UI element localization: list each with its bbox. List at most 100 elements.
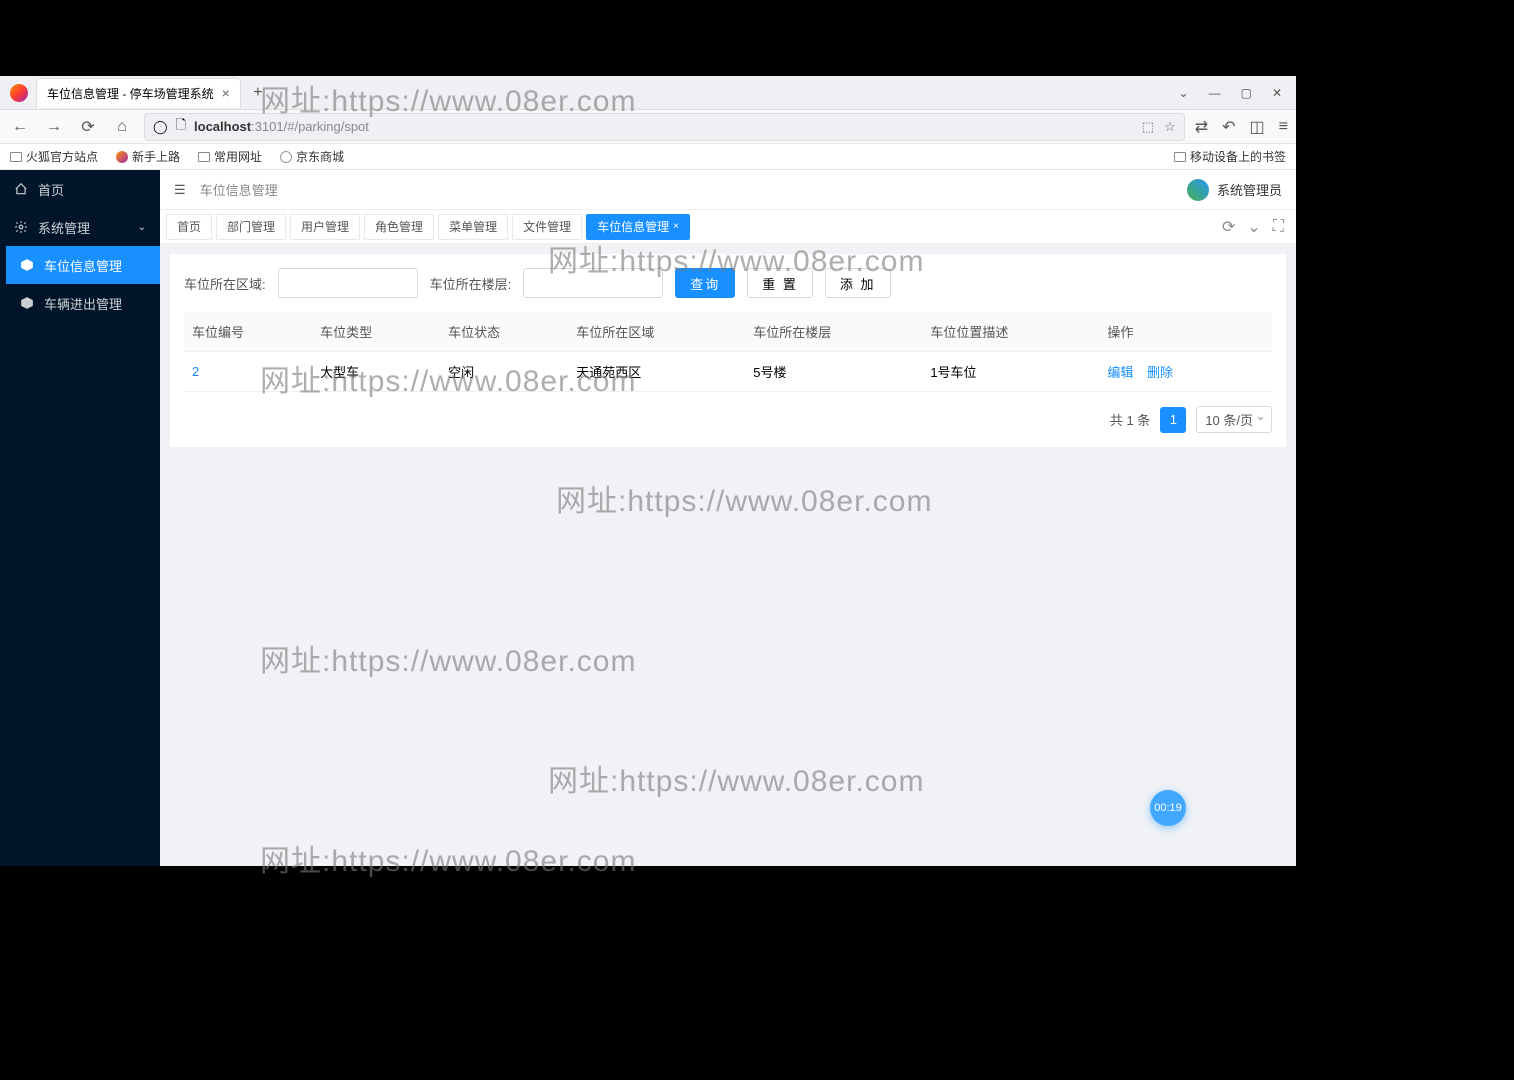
reload-button[interactable]: ⟳ <box>76 115 100 139</box>
bookmark-bar: 火狐官方站点 新手上路 常用网址 京东商城 移动设备上的书签 <box>0 144 1296 170</box>
avatar <box>1187 179 1209 201</box>
sidebar-item-vehicle-access[interactable]: 车辆进出管理 <box>6 284 160 322</box>
cell-desc: 1号车位 <box>922 352 1099 392</box>
fullscreen-icon[interactable]: ⛶ <box>1273 218 1284 236</box>
col-desc: 车位位置描述 <box>922 312 1099 352</box>
content-panel: 车位所在区域: 车位所在楼层: 查询 重 置 添 加 车位编号 车位类型 车位状… <box>170 254 1286 447</box>
chevron-down-icon[interactable]: ⌄ <box>1247 217 1260 237</box>
main-area: ☰ 车位信息管理 系统管理员 首页 部门管理 用户管理 角色管理 菜单管理 文件… <box>160 170 1296 866</box>
top-header: ☰ 车位信息管理 系统管理员 <box>160 170 1296 210</box>
page-size-select[interactable]: 10 条/页 <box>1196 406 1272 433</box>
lock-icon: 🗋 <box>176 116 186 138</box>
mobile-bookmarks[interactable]: 移动设备上的书签 <box>1174 148 1286 165</box>
nav-bar: ← → ⟳ ⌂ ◯ 🗋 localhost:3101/#/parking/spo… <box>0 110 1296 144</box>
delete-link[interactable]: 删除 <box>1147 365 1173 380</box>
cell-floor: 5号楼 <box>745 352 922 392</box>
data-table: 车位编号 车位类型 车位状态 车位所在区域 车位所在楼层 车位位置描述 操作 2 <box>184 312 1272 392</box>
url-bar[interactable]: ◯ 🗋 localhost:3101/#/parking/spot ⬚ ☆ <box>144 113 1185 141</box>
undo-icon[interactable]: ↶ <box>1222 117 1235 137</box>
forward-button[interactable]: → <box>42 115 66 139</box>
tab-dept[interactable]: 部门管理 <box>216 214 286 240</box>
user-info[interactable]: 系统管理员 <box>1187 179 1282 201</box>
breadcrumb: 车位信息管理 <box>200 180 278 199</box>
sidebar-label: 首页 <box>38 180 64 199</box>
edit-link[interactable]: 编辑 <box>1107 365 1133 380</box>
area-input[interactable] <box>278 268 418 298</box>
table-row: 2 大型车 空闲 天通苑西区 5号楼 1号车位 编辑 删除 <box>184 352 1272 392</box>
cell-id[interactable]: 2 <box>184 352 312 392</box>
minimize-icon[interactable]: — <box>1209 86 1221 100</box>
close-window-icon[interactable]: ✕ <box>1272 86 1282 100</box>
bookmark-item[interactable]: 常用网址 <box>198 148 262 165</box>
tab-file[interactable]: 文件管理 <box>512 214 582 240</box>
cell-status: 空闲 <box>440 352 568 392</box>
reset-button[interactable]: 重 置 <box>747 268 813 298</box>
app-root: 首页 系统管理 ⌄ 车位信息管理 车辆进出管理 ☰ 车位 <box>0 170 1296 866</box>
clip-icon[interactable]: ◫ <box>1250 117 1265 137</box>
cell-area: 天通苑西区 <box>568 352 745 392</box>
col-actions: 操作 <box>1099 312 1272 352</box>
tab-home[interactable]: 首页 <box>166 214 212 240</box>
floor-input[interactable] <box>523 268 663 298</box>
bookmark-item[interactable]: 新手上路 <box>116 148 180 165</box>
new-tab-button[interactable]: + <box>245 80 271 106</box>
floor-label: 车位所在楼层: <box>430 274 512 293</box>
total-count: 共 1 条 <box>1110 410 1150 429</box>
chevron-down-icon[interactable]: ⌄ <box>1179 86 1189 100</box>
extension-icon[interactable]: ⇄ <box>1195 117 1208 137</box>
browser-chrome: 车位信息管理 - 停车场管理系统 × + ⌄ — ▢ ✕ ← → ⟳ ⌂ ◯ 🗋… <box>0 76 1296 170</box>
table-header-row: 车位编号 车位类型 车位状态 车位所在区域 车位所在楼层 车位位置描述 操作 <box>184 312 1272 352</box>
url-text: localhost:3101/#/parking/spot <box>194 119 369 134</box>
tab-user[interactable]: 用户管理 <box>290 214 360 240</box>
search-row: 车位所在区域: 车位所在楼层: 查询 重 置 添 加 <box>184 268 1272 298</box>
back-button[interactable]: ← <box>8 115 32 139</box>
area-label: 车位所在区域: <box>184 274 266 293</box>
refresh-icon[interactable]: ⟳ <box>1222 217 1235 237</box>
timer-badge[interactable]: 00:19 <box>1150 790 1186 826</box>
cell-type: 大型车 <box>312 352 440 392</box>
sidebar-item-home[interactable]: 首页 <box>0 170 160 208</box>
reader-icon[interactable]: ⬚ <box>1142 119 1154 135</box>
tab-bar: 车位信息管理 - 停车场管理系统 × + ⌄ — ▢ ✕ <box>0 76 1296 110</box>
home-icon <box>14 182 28 196</box>
tab-parking-spot[interactable]: 车位信息管理× <box>586 214 690 240</box>
chevron-down-icon: ⌄ <box>138 222 146 233</box>
sidebar-label: 车位信息管理 <box>44 256 122 275</box>
sidebar-item-system[interactable]: 系统管理 ⌄ <box>0 208 160 246</box>
shield-icon: ◯ <box>153 119 168 135</box>
home-button[interactable]: ⌂ <box>110 115 134 139</box>
maximize-icon[interactable]: ▢ <box>1241 86 1252 100</box>
folder-icon <box>198 152 210 162</box>
folder-icon <box>10 152 22 162</box>
query-button[interactable]: 查询 <box>675 268 735 298</box>
bookmark-item[interactable]: 京东商城 <box>280 148 344 165</box>
tag-icon <box>20 296 34 310</box>
tab-role[interactable]: 角色管理 <box>364 214 434 240</box>
col-area: 车位所在区域 <box>568 312 745 352</box>
firefox-icon <box>10 84 28 102</box>
collapse-sidebar-icon[interactable]: ☰ <box>174 182 186 198</box>
sidebar-label: 车辆进出管理 <box>44 294 122 313</box>
close-tab-icon[interactable]: × <box>222 85 230 101</box>
sidebar-item-parking-spot[interactable]: 车位信息管理 <box>6 246 160 284</box>
sidebar: 首页 系统管理 ⌄ 车位信息管理 车辆进出管理 <box>0 170 160 866</box>
folder-icon <box>1174 152 1186 162</box>
page-1-button[interactable]: 1 <box>1160 407 1186 433</box>
col-status: 车位状态 <box>440 312 568 352</box>
col-floor: 车位所在楼层 <box>745 312 922 352</box>
browser-tab[interactable]: 车位信息管理 - 停车场管理系统 × <box>36 78 241 108</box>
star-icon[interactable]: ☆ <box>1164 119 1176 135</box>
cell-actions: 编辑 删除 <box>1099 352 1272 392</box>
pagination: 共 1 条 1 10 条/页 <box>184 406 1272 433</box>
globe-icon <box>280 151 292 163</box>
menu-icon[interactable]: ≡ <box>1279 118 1288 136</box>
window-controls: ⌄ — ▢ ✕ <box>1179 86 1290 100</box>
tab-menu[interactable]: 菜单管理 <box>438 214 508 240</box>
add-button[interactable]: 添 加 <box>825 268 891 298</box>
user-name: 系统管理员 <box>1217 180 1282 199</box>
tab-title: 车位信息管理 - 停车场管理系统 <box>47 85 214 102</box>
close-tab-icon[interactable]: × <box>673 221 679 232</box>
col-id: 车位编号 <box>184 312 312 352</box>
sidebar-label: 系统管理 <box>38 218 90 237</box>
bookmark-item[interactable]: 火狐官方站点 <box>10 148 98 165</box>
